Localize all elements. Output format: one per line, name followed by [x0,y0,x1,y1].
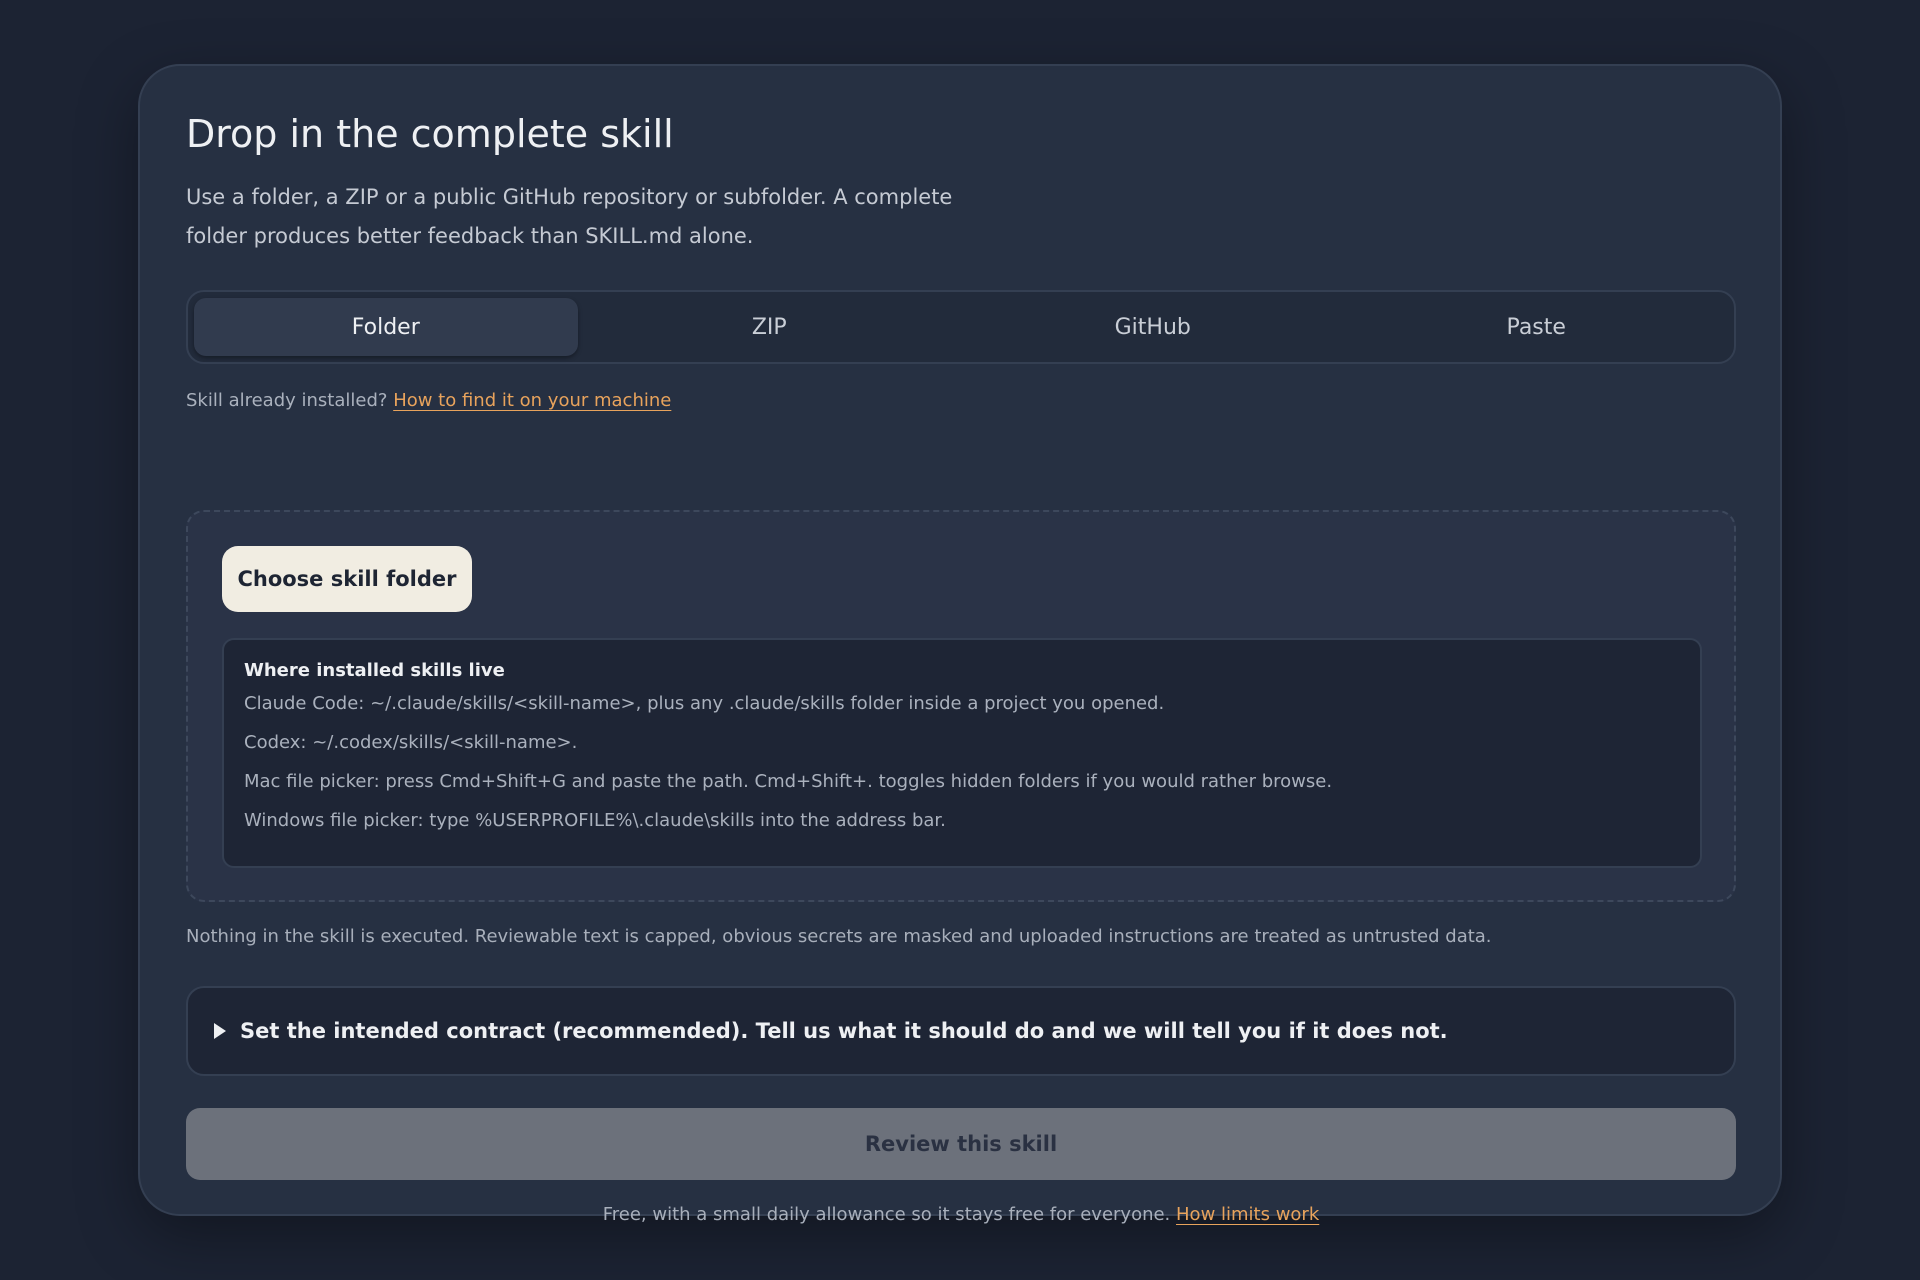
install-location-claude-code: Claude Code: ~/.claude/skills/<skill-nam… [244,693,1165,714]
allowance-footer: Free, with a small daily allowance so it… [186,1204,1736,1225]
skill-upload-card: Drop in the complete skill Use a folder,… [138,64,1782,1225]
tab-zip[interactable]: ZIP [578,298,962,356]
tab-folder[interactable]: Folder [194,298,578,356]
security-note: Nothing in the skill is executed. Review… [186,926,1492,947]
installed-hint-text: Skill already installed? [186,390,388,411]
install-location-codex: Codex: ~/.codex/skills/<skill-name>. [244,732,578,753]
page-subtitle: Use a folder, a ZIP or a public GitHub r… [186,185,953,248]
tab-paste[interactable]: Paste [1345,298,1729,356]
intended-contract-label: Set the intended contract (recommended).… [240,1019,1448,1043]
tab-github[interactable]: GitHub [961,298,1345,356]
folder-dropzone[interactable]: Choose skill folder Where installed skil… [186,510,1736,902]
install-location-windows-picker: Windows file picker: type %USERPROFILE%\… [244,810,946,831]
install-locations-title: Where installed skills live [244,660,505,681]
install-locations-panel: Where installed skills live Claude Code:… [222,638,1702,868]
review-skill-button[interactable]: Review this skill [186,1108,1736,1180]
installed-hint: Skill already installed? How to find it … [186,390,671,411]
allowance-text: Free, with a small daily allowance so it… [602,1204,1171,1225]
install-location-mac-picker: Mac file picker: press Cmd+Shift+G and p… [244,771,1333,792]
how-limits-work-link[interactable]: How limits work [1176,1204,1319,1225]
choose-skill-folder-button[interactable]: Choose skill folder [222,546,472,612]
page-title: Drop in the complete skill [186,112,674,156]
source-tabs: Folder ZIP GitHub Paste [186,290,1736,364]
find-skill-link[interactable]: How to find it on your machine [393,390,671,411]
disclosure-triangle-icon [214,1023,226,1039]
intended-contract-disclosure[interactable]: Set the intended contract (recommended).… [186,986,1736,1076]
